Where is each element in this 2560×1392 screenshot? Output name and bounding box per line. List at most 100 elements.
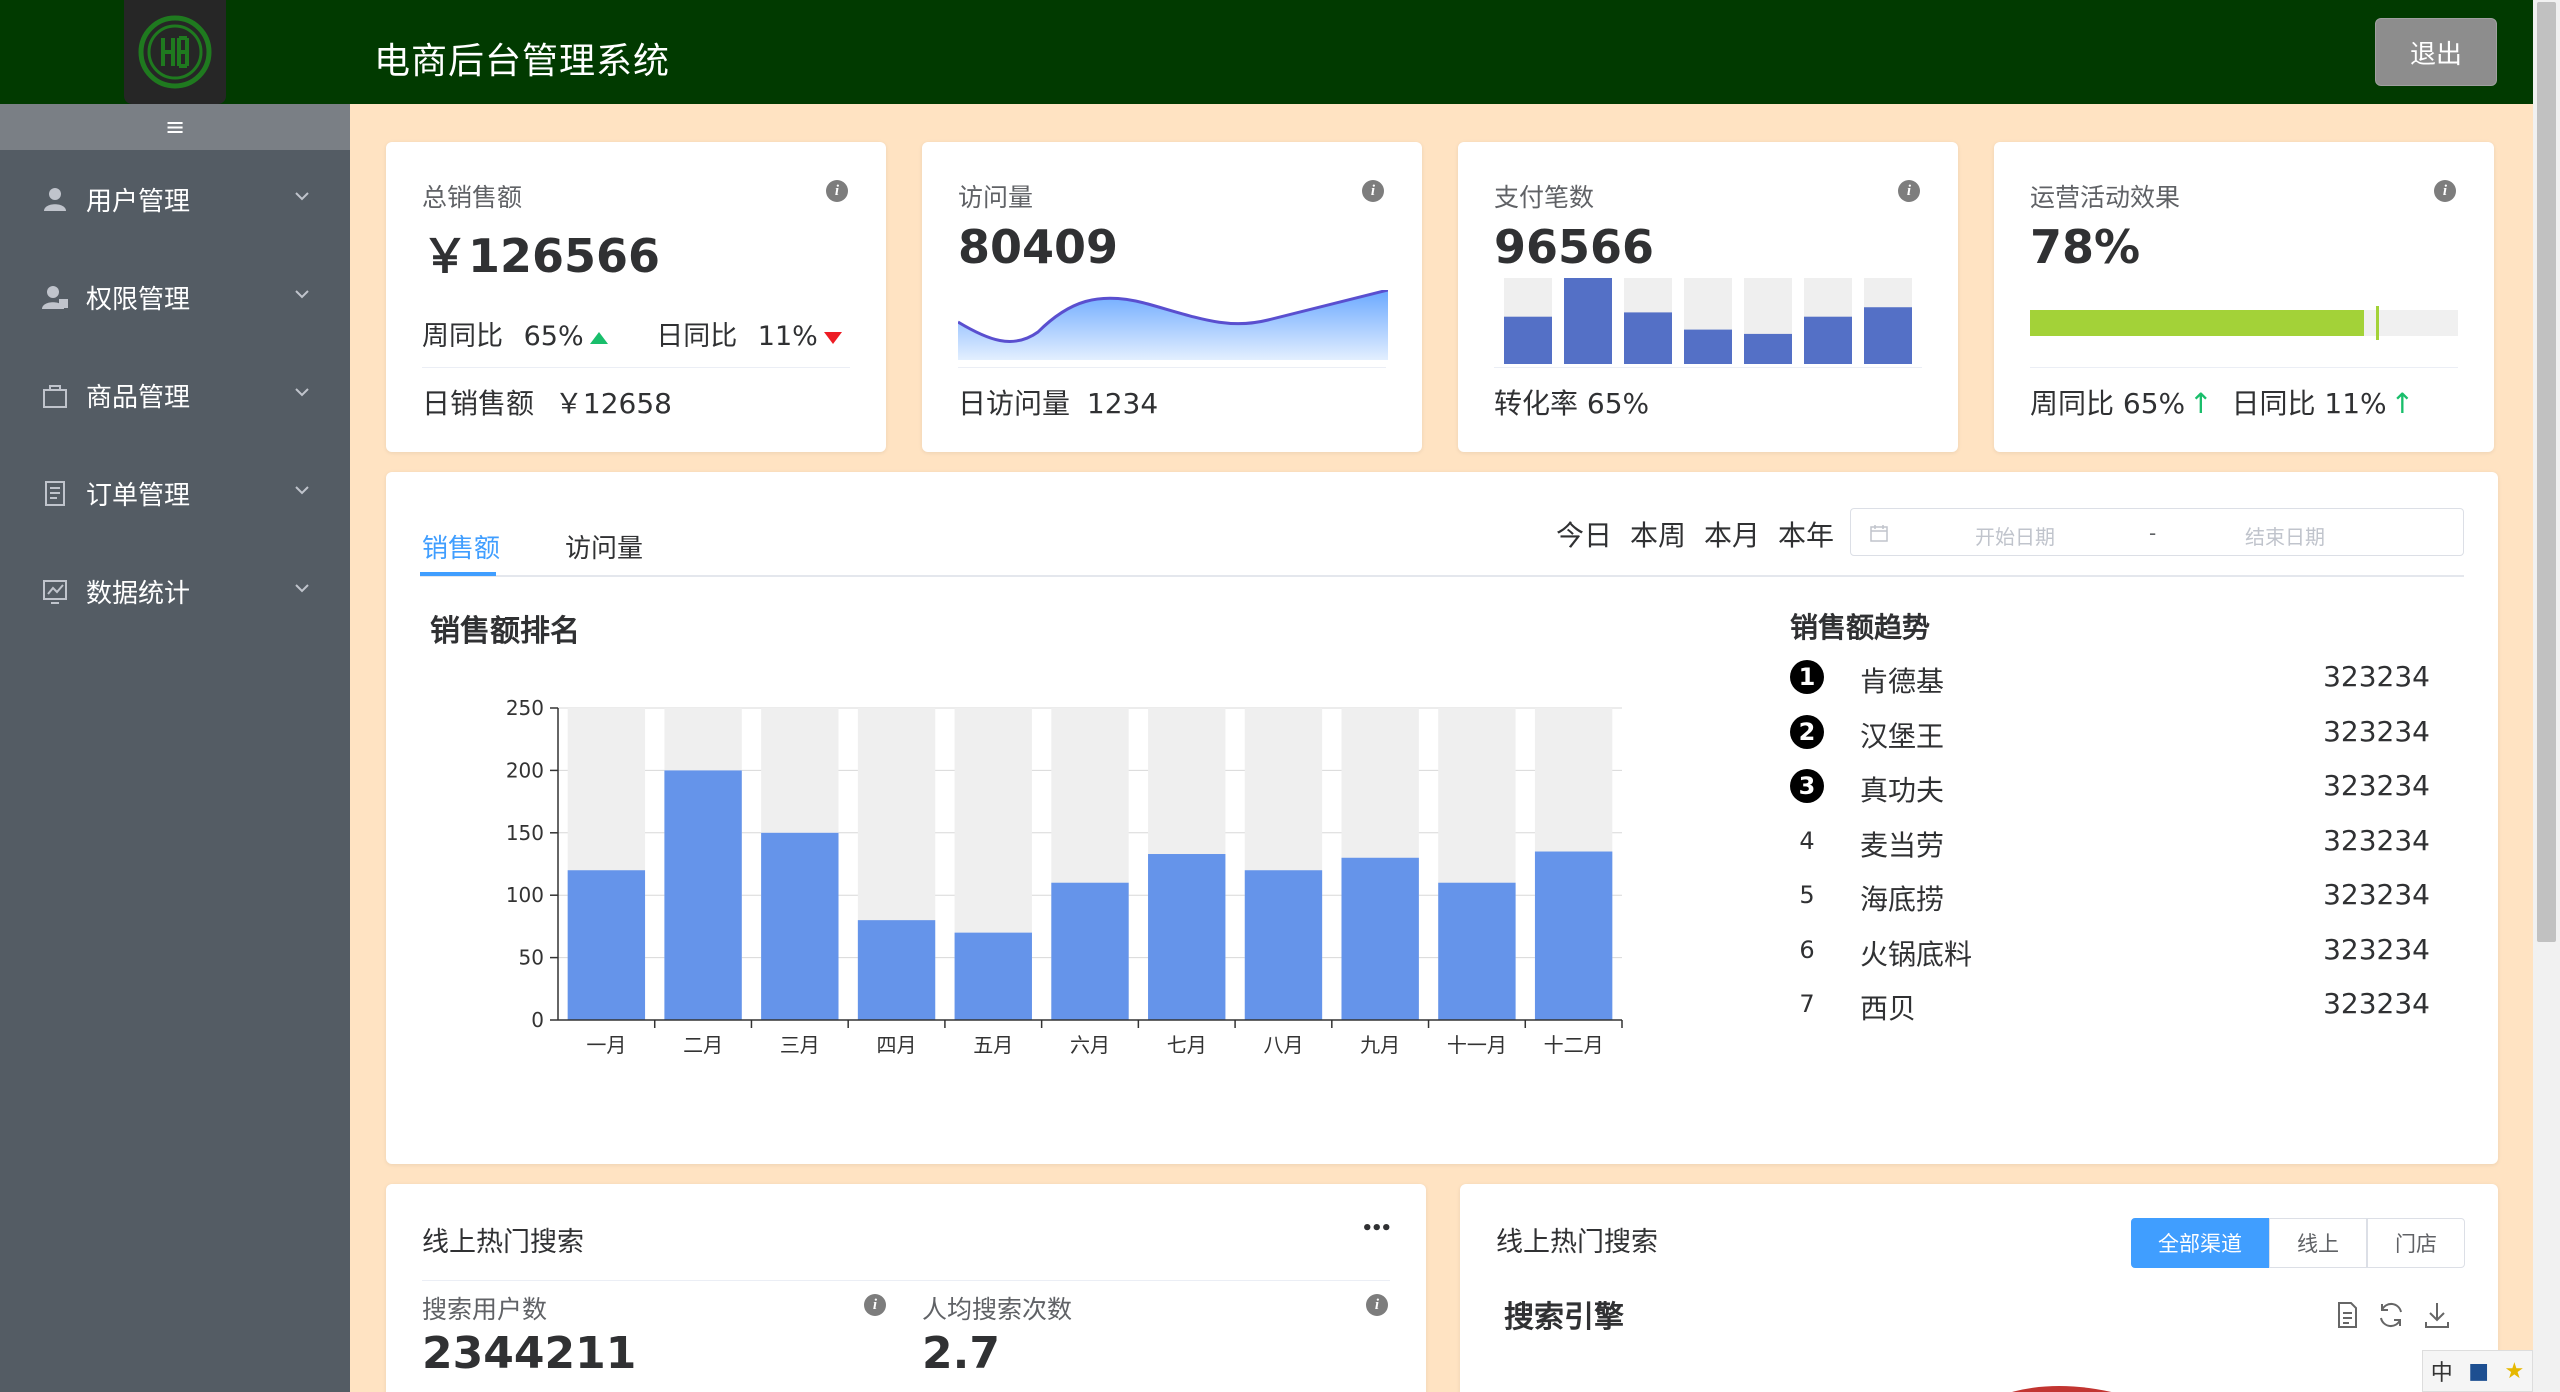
ranking-row: 4 麦当劳 323234 <box>1790 820 2430 862</box>
page-scrollbar[interactable] <box>2533 0 2560 1392</box>
lock-user-icon <box>40 282 70 312</box>
bar[interactable] <box>1341 857 1419 1020</box>
daily-visits: 日访问量 1234 <box>958 382 1158 422</box>
rank-value: 323234 <box>2323 823 2430 857</box>
info-icon[interactable]: i <box>1362 180 1384 202</box>
bar[interactable] <box>1148 854 1226 1020</box>
channel-all-button[interactable]: 全部渠道 <box>2131 1218 2269 1268</box>
mini-bar <box>1744 333 1792 364</box>
ime-toolbar[interactable]: 中 ■ ★ <box>2422 1350 2533 1392</box>
y-tick-label: 100 <box>506 883 544 907</box>
y-tick-label: 50 <box>519 946 544 970</box>
download-icon[interactable] <box>2422 1300 2452 1330</box>
rank-number: 6 <box>1799 935 1815 964</box>
sidebar-item-orders[interactable]: 订单管理 <box>0 444 350 542</box>
y-tick-label: 0 <box>531 1008 544 1032</box>
ranking-row: 3 真功夫 323234 <box>1790 765 2430 807</box>
bar[interactable] <box>954 932 1032 1020</box>
rank-name: 真功夫 <box>1860 774 1945 807</box>
info-icon[interactable]: i <box>1366 1294 1388 1316</box>
chevron-down-icon <box>295 192 309 201</box>
y-tick-label: 250 <box>506 696 544 720</box>
rank-value: 323234 <box>2323 660 2430 693</box>
ime-star-icon[interactable]: ★ <box>2505 1359 2525 1384</box>
y-tick-label: 150 <box>506 821 544 845</box>
bar[interactable] <box>567 870 646 1020</box>
daily-sales-value: ￥12658 <box>554 387 672 420</box>
ime-skin-icon[interactable]: ■ <box>2468 1359 2489 1384</box>
sidebar-toggle-button[interactable]: ≡ <box>0 104 350 150</box>
period-today[interactable]: 今日 <box>1556 514 1612 554</box>
tab-sales[interactable]: 销售额 <box>422 528 500 565</box>
calendar-icon <box>1870 525 1888 542</box>
date-separator: - <box>2149 521 2157 545</box>
metric-label: 人均搜索次数 <box>922 1295 1073 1324</box>
info-icon[interactable]: i <box>826 180 848 202</box>
campaign-compare: 周同比 65% ↑ 日同比 11% ↑ <box>2030 382 2414 422</box>
stat-card-payments: 支付笔数 i 96566 转化率 65% <box>1458 142 1958 452</box>
ranking-row: 6 火锅底料 323234 <box>1790 929 2430 971</box>
bar[interactable] <box>857 920 936 1020</box>
bar[interactable] <box>1438 882 1516 1020</box>
ranking-title: 销售额趋势 <box>1790 611 1931 644</box>
chart-title: 销售额排名 <box>430 614 580 649</box>
top-header: 电商后台管理系统 退出 <box>0 0 2533 104</box>
rank-name: 火锅底料 <box>1860 937 1973 971</box>
rank-value: 323234 <box>2323 932 2430 966</box>
mini-bar <box>1684 329 1732 364</box>
metric-value: 2344211 <box>422 1328 637 1379</box>
sidebar-item-statistics[interactable]: 数据统计 <box>0 542 350 640</box>
info-icon[interactable]: i <box>1898 180 1920 202</box>
stat-label: 访问量 <box>958 183 1034 212</box>
rank-value: 323234 <box>2323 769 2430 802</box>
period-month[interactable]: 本月 <box>1704 514 1760 554</box>
rank-value: 323234 <box>2323 714 2430 748</box>
bar[interactable] <box>1244 870 1323 1020</box>
x-tick-label: 八月 <box>1263 1033 1303 1057</box>
daily-sales: 日销售额 ￥12658 <box>422 382 672 422</box>
info-icon[interactable]: i <box>2434 180 2456 202</box>
scrollbar-thumb[interactable] <box>2537 2 2556 942</box>
daily-visits-label: 日访问量 <box>958 387 1071 420</box>
rank-value: 323234 <box>2323 878 2430 911</box>
channel-store-button[interactable]: 门店 <box>2367 1218 2465 1268</box>
channel-online-button[interactable]: 线上 <box>2269 1218 2367 1268</box>
x-tick-label: 二月 <box>683 1033 723 1057</box>
tab-visits[interactable]: 访问量 <box>565 528 643 565</box>
sidebar-item-label: 数据统计 <box>86 578 191 609</box>
date-range-picker[interactable]: 开始日期 - 结束日期 <box>1850 508 2464 556</box>
sidebar-item-users[interactable]: 用户管理 <box>0 150 350 248</box>
divider <box>422 1280 1390 1281</box>
sidebar-item-permissions[interactable]: 权限管理 <box>0 248 350 346</box>
period-year[interactable]: 本年 <box>1778 514 1834 554</box>
refresh-icon[interactable] <box>2376 1300 2406 1330</box>
mini-bar <box>1864 307 1912 364</box>
period-week[interactable]: 本周 <box>1630 514 1686 554</box>
arrow-up-icon: ↑ <box>2189 387 2213 420</box>
sidebar-item-label: 权限管理 <box>86 284 191 315</box>
mini-bar <box>1564 278 1612 364</box>
bar[interactable] <box>761 832 839 1020</box>
divider <box>1494 367 1922 368</box>
data-view-icon[interactable] <box>2332 1300 2362 1330</box>
end-date-input[interactable]: 结束日期 <box>2245 521 2325 550</box>
rank-name: 麦当劳 <box>1860 828 1945 862</box>
more-menu-icon[interactable]: ••• <box>1361 1218 1391 1239</box>
bar[interactable] <box>664 770 742 1020</box>
ime-mode-label[interactable]: 中 <box>2431 1355 2453 1387</box>
x-tick-label: 七月 <box>1167 1033 1207 1057</box>
chevron-down-icon <box>295 388 309 397</box>
stat-card-campaign: 运营活动效果 i 78% 周同比 65% ↑ 日同比 11% ↑ <box>1994 142 2494 452</box>
ranking-row: 5 海底捞 323234 <box>1790 874 2430 916</box>
info-icon[interactable]: i <box>864 1294 886 1316</box>
start-date-input[interactable]: 开始日期 <box>1975 521 2055 550</box>
stat-label: 支付笔数 <box>1494 183 1595 212</box>
bar[interactable] <box>1051 882 1129 1020</box>
document-icon <box>40 478 70 508</box>
channel-button-group: 全部渠道 线上 门店 <box>2131 1218 2465 1268</box>
campaign-progress-fill <box>2030 310 2364 336</box>
bar[interactable] <box>1534 851 1613 1020</box>
logout-button[interactable]: 退出 <box>2375 18 2497 86</box>
stat-label: 运营活动效果 <box>2030 183 2181 212</box>
sidebar-item-products[interactable]: 商品管理 <box>0 346 350 444</box>
